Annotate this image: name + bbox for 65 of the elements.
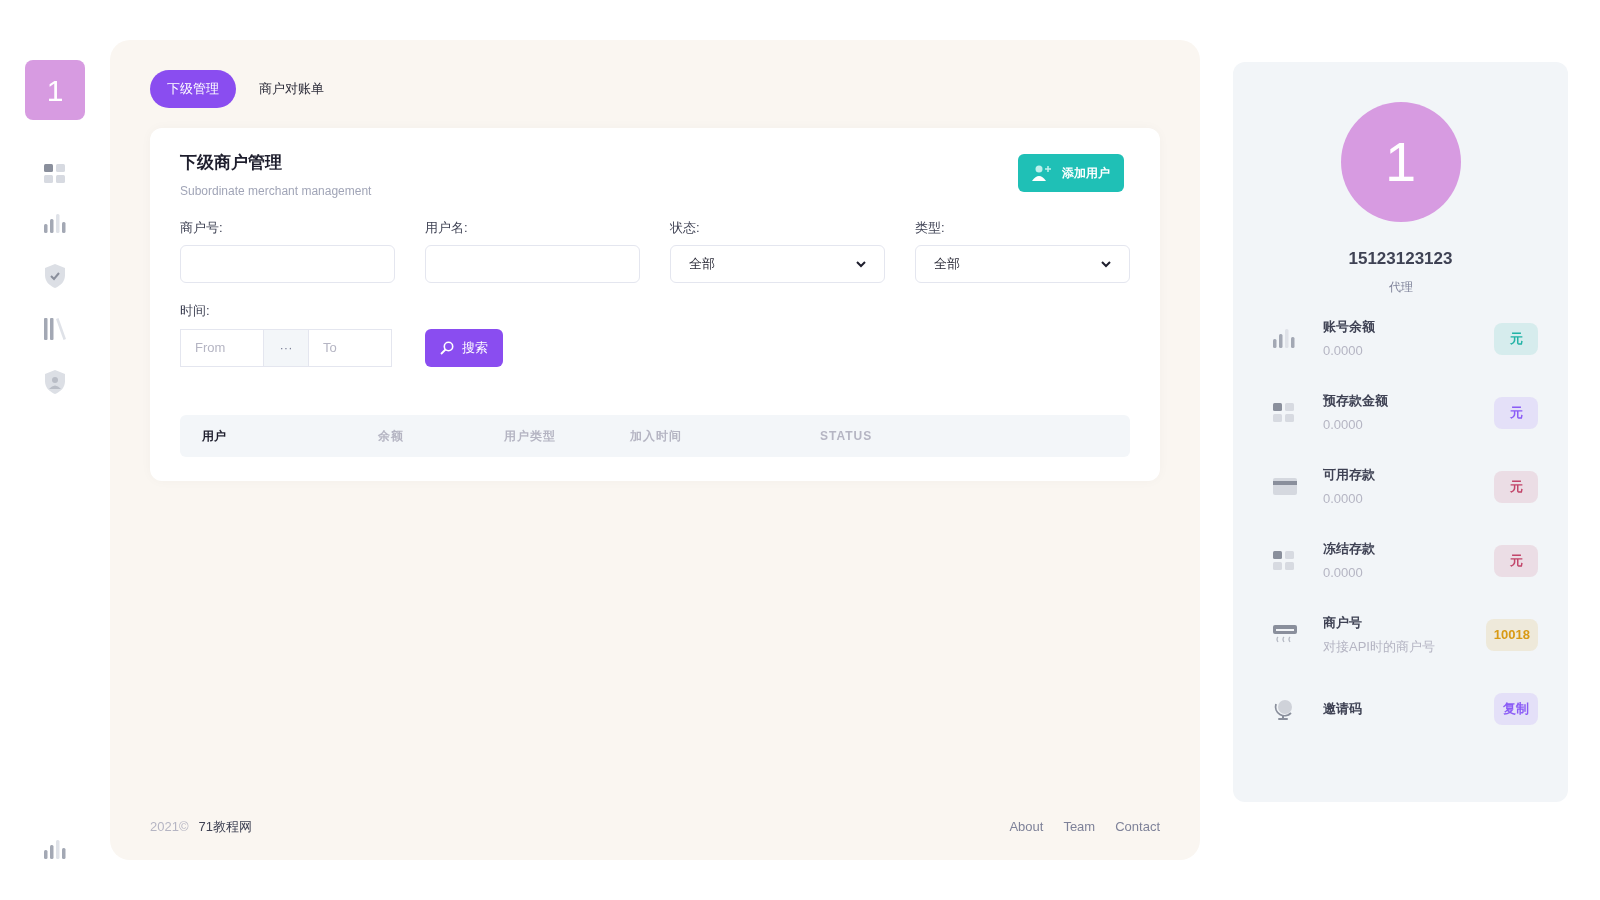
unit-tag: 元 — [1494, 322, 1538, 355]
unit-tag: 10018 — [1485, 618, 1538, 651]
search-icon — [440, 340, 454, 355]
profile-role: 代理 — [1388, 278, 1413, 296]
stat-title: 邀请码 — [1323, 699, 1363, 718]
stat-value: 0.0000 — [1323, 489, 1364, 508]
filter-label: 状态: — [670, 218, 701, 237]
grid-icon — [1273, 402, 1295, 423]
footer-link[interactable]: About — [1009, 816, 1044, 836]
input-field[interactable] — [180, 245, 395, 283]
tab[interactable]: 下级管理 — [150, 70, 236, 108]
select-field[interactable]: 全部 — [915, 245, 1130, 283]
stat-value: 0.0000 — [1323, 341, 1364, 360]
unit-tag[interactable]: 复制 — [1494, 692, 1538, 725]
select-field[interactable]: 全部 — [670, 245, 885, 283]
column-header: 用户 — [202, 427, 227, 445]
library-icon[interactable] — [44, 318, 66, 340]
footer-link[interactable]: Contact — [1115, 816, 1160, 836]
stat-title: 可用存款 — [1323, 466, 1376, 484]
dashboard-icon — [44, 164, 66, 184]
date-from-field[interactable]: From — [180, 328, 264, 367]
add-user-button[interactable]: 添加用户 — [1018, 154, 1124, 192]
copyright-year: 2021© — [150, 817, 189, 836]
bar-chart-icon — [1273, 328, 1295, 349]
bar-chart-icon — [44, 840, 66, 860]
stat-value: 0.0000 — [1323, 563, 1364, 582]
filter-label: 用户名: — [425, 218, 469, 237]
column-header: 加入时间 — [630, 427, 683, 445]
credit-card-icon — [1273, 477, 1297, 496]
shield-user-icon[interactable] — [45, 370, 65, 394]
profile-avatar: 1 — [1340, 102, 1461, 222]
unit-tag: 元 — [1494, 544, 1538, 577]
range-separator: ··· — [264, 328, 308, 367]
unit-tag: 元 — [1494, 470, 1538, 503]
card-reader-icon — [1273, 624, 1297, 645]
tab[interactable]: 商户对账单 — [242, 70, 341, 108]
input-field[interactable] — [425, 245, 640, 283]
user-plus-icon — [1032, 165, 1052, 181]
column-header: 用户类型 — [504, 427, 557, 445]
stat-title: 商户号 — [1323, 614, 1363, 632]
column-header: 余额 — [378, 427, 405, 445]
card-subtitle: Subordinate merchant management — [180, 182, 372, 200]
footer-link[interactable]: Team — [1063, 816, 1096, 836]
date-to-field[interactable]: To — [308, 328, 392, 367]
stat-title: 冻结存款 — [1323, 540, 1376, 558]
stat-value: 0.0000 — [1323, 415, 1364, 434]
filter-label: 商户号: — [180, 218, 224, 237]
globe-icon — [1273, 697, 1295, 720]
shield-check-icon[interactable] — [45, 264, 65, 288]
chevron-down-icon — [1101, 260, 1111, 268]
unit-tag: 元 — [1494, 396, 1538, 429]
logo-tile[interactable]: 1 — [25, 60, 85, 120]
grid-icon — [1273, 550, 1295, 571]
bar-chart-icon — [44, 214, 66, 234]
chevron-down-icon — [856, 260, 866, 268]
profile-name: 15123123123 — [1348, 248, 1453, 270]
filter-label: 类型: — [915, 218, 946, 237]
filter-label: 时间: — [180, 302, 211, 320]
site-name: 71教程网 — [198, 817, 252, 836]
card-title: 下级商户管理 — [180, 152, 283, 174]
search-button[interactable]: 搜索 — [425, 328, 503, 367]
stat-title: 预存款金额 — [1323, 392, 1389, 410]
stat-title: 账号余额 — [1323, 318, 1376, 336]
stat-value: 对接API时的商户号 — [1323, 637, 1436, 656]
column-header: STATUS — [820, 427, 874, 445]
